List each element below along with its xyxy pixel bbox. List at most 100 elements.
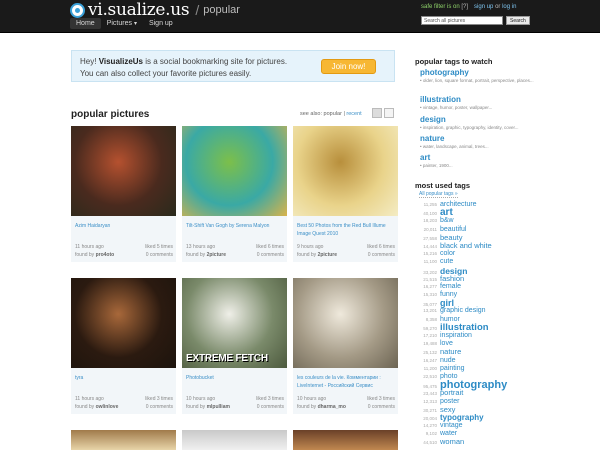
popular-link[interactable]: popular [324, 111, 342, 117]
tag-count: 11,200 [423, 365, 437, 371]
watch-tag-name[interactable]: art [420, 153, 453, 162]
tag-link[interactable]: portrait [440, 389, 463, 397]
watch-tag-name[interactable]: nature [420, 134, 489, 143]
picture-card[interactable]: Best 50 Photos from the Red Bull Illume … [293, 126, 398, 262]
watch-tag-name[interactable]: design [420, 115, 518, 124]
safe-filter-status[interactable]: safe filter is on [421, 4, 460, 10]
picture-comments-link[interactable]: 0 comments [146, 252, 173, 258]
tag-count: 15,216 [423, 251, 437, 257]
picture-comments-link[interactable]: 0 comments [257, 404, 284, 410]
tag-count: 19,488 [423, 341, 437, 347]
picture-title[interactable]: Photobucket [186, 374, 284, 382]
tag-link[interactable]: woman [440, 438, 464, 446]
picture-card[interactable]: les couleurs de la vie. Комментарии : Li… [293, 278, 398, 414]
picture-title[interactable]: les couleurs de la vie. Комментарии : Li… [297, 374, 395, 390]
picture-user-link[interactable]: pro4oto [96, 252, 115, 258]
watch-tag-name[interactable]: illustration [420, 95, 492, 104]
tag-link[interactable]: female [440, 283, 461, 291]
logo[interactable]: vi.sualize.us / popular [70, 0, 240, 20]
picture-likes: liked 6 times [256, 244, 284, 250]
picture-card[interactable]: tyra 11 hours ago liked 3 times found by ow… [71, 278, 176, 414]
tag-link[interactable]: black and white [440, 241, 492, 250]
search-button[interactable]: Search [506, 16, 530, 25]
tag-count: 9,102 [425, 431, 437, 437]
signup-link[interactable]: sign up [474, 4, 493, 10]
nav-sign-up[interactable]: Sign up [143, 18, 179, 29]
picture-time: 11 hours ago [75, 396, 104, 402]
login-link[interactable]: log in [502, 4, 516, 10]
grid-view-icon[interactable] [384, 108, 394, 118]
picture-thumbnail[interactable] [182, 126, 287, 216]
watch-tag-name[interactable]: photography [420, 68, 534, 77]
safe-filter-help[interactable]: [?] [461, 4, 468, 10]
view-toggle [372, 108, 394, 118]
tag-row: 11,200 painting [418, 365, 593, 373]
picture-user-link[interactable]: dharma_mo [318, 404, 346, 410]
tag-link[interactable]: illustration [440, 323, 489, 333]
tag-link[interactable]: nature [440, 348, 461, 356]
tag-link[interactable]: inspiration [440, 332, 472, 340]
watch-tag: art • painter, 1900... [420, 153, 453, 168]
tag-count: 20,011 [423, 226, 437, 232]
watch-tag: illustration • vintage, humor, poster, wa… [420, 95, 492, 110]
nav-pictures[interactable]: Pictures ▾ [101, 18, 143, 29]
tag-link[interactable]: color [440, 250, 455, 258]
found-by-label: found by [297, 404, 317, 410]
picture-card[interactable]: Azim Haidaryan 11 hours ago liked 5 times f… [71, 126, 176, 262]
tag-link[interactable]: art [440, 208, 453, 218]
picture-title[interactable]: Azim Haidaryan [75, 222, 173, 230]
picture-thumbnail-partial[interactable] [182, 430, 287, 450]
tag-link[interactable]: graphic design [440, 307, 486, 315]
all-popular-tags-link[interactable]: All popular tags » [419, 191, 458, 198]
tag-link[interactable]: typography [440, 413, 484, 422]
tag-count: 25,132 [423, 350, 437, 356]
picture-title[interactable]: Best 50 Photos from the Red Bull Illume … [297, 222, 395, 238]
picture-meta-time: 13 hours ago liked 6 times [186, 244, 284, 250]
tag-count: 33,202 [423, 269, 437, 275]
tag-row: 16,247 nude [418, 357, 593, 365]
picture-comments-link[interactable]: 0 comments [368, 404, 395, 410]
tag-link[interactable]: painting [440, 365, 465, 373]
banner-line1: is a social bookmarking site for picture… [145, 57, 288, 66]
picture-title[interactable]: tyra [75, 374, 173, 382]
picture-comments-link[interactable]: 0 comments [257, 252, 284, 258]
tag-row: 25,132 nature [418, 348, 593, 356]
watch-tag: design • inspiration, graphic, typography… [420, 115, 518, 130]
picture-user-link[interactable]: owlinlove [96, 404, 119, 410]
picture-card[interactable]: EXTREME FETCH Photobucket 10 hours ago like… [182, 278, 287, 414]
tag-count: 35,077 [423, 302, 437, 308]
tag-count: 17,210 [423, 333, 437, 338]
tag-link[interactable]: nude [440, 357, 456, 365]
picture-comments-link[interactable]: 0 comments [368, 252, 395, 258]
tag-link[interactable]: fashion [440, 274, 464, 283]
tag-link[interactable]: b&w [440, 217, 454, 225]
tag-link[interactable]: vintage [440, 422, 463, 430]
picture-thumbnail[interactable] [71, 126, 176, 216]
recent-link[interactable]: recent [346, 111, 361, 117]
tag-link[interactable]: girl [440, 299, 454, 308]
tag-count: 22,510 [423, 373, 437, 379]
or-text: or [495, 4, 501, 10]
picture-user-link[interactable]: mlpulliam [207, 404, 230, 410]
nav-home[interactable]: Home [70, 18, 101, 29]
list-view-icon[interactable] [372, 108, 382, 118]
picture-card[interactable]: Tilt-Shift Van Gogh by Serena Malyon 13 h… [182, 126, 287, 262]
picture-thumbnail[interactable] [293, 126, 398, 216]
picture-comments-link[interactable]: 0 comments [146, 404, 173, 410]
picture-thumbnail-partial[interactable] [293, 430, 398, 450]
picture-thumbnail-partial[interactable] [71, 430, 176, 450]
picture-thumbnail[interactable] [293, 278, 398, 368]
picture-user-link[interactable]: 2picture [207, 252, 226, 258]
banner-brand: VisualizeUs [98, 57, 144, 66]
picture-thumbnail[interactable] [71, 278, 176, 368]
join-now-button[interactable]: Join now! [321, 59, 376, 74]
picture-user-link[interactable]: 2picture [318, 252, 337, 258]
search-input[interactable]: Search all pictures [421, 16, 503, 25]
chevron-down-icon: ▾ [133, 21, 137, 27]
found-by-label: found by [297, 252, 317, 258]
picture-likes: liked 3 times [367, 396, 395, 402]
picture-found-by: found by 2picture [297, 252, 337, 258]
picture-title[interactable]: Tilt-Shift Van Gogh by Serena Malyon [186, 222, 284, 230]
tag-row: 35,077 girl [418, 299, 593, 308]
found-by-label: found by [186, 404, 206, 410]
